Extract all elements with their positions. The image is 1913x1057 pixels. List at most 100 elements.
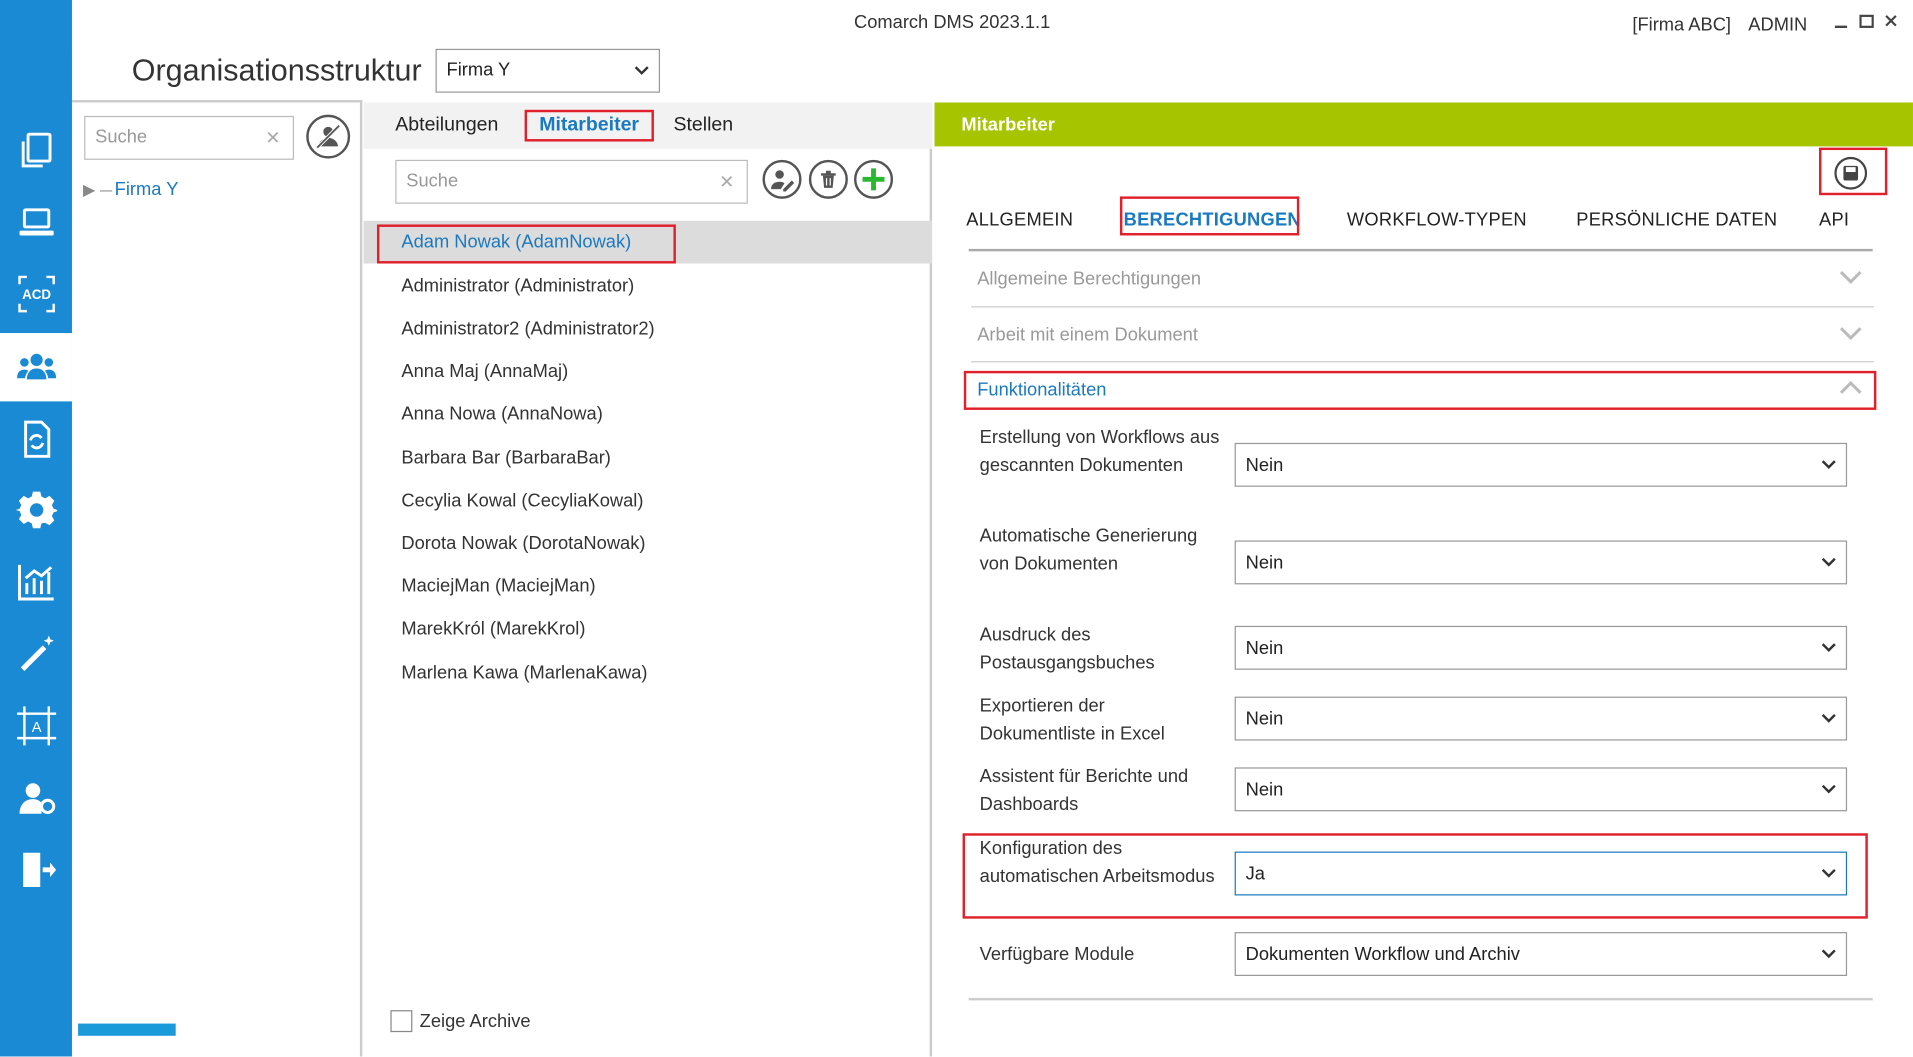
tree-expand-icon[interactable]: ▶: [83, 181, 95, 199]
company-tag: [Firma ABC]: [1632, 14, 1732, 36]
list-item[interactable]: Anna Maj (AnnaMaj): [364, 350, 933, 393]
highlight-selected-employee: [376, 224, 676, 264]
magic-wand-icon[interactable]: [0, 623, 72, 684]
chevron-down-icon: [1839, 270, 1862, 284]
clear-icon[interactable]: ✕: [719, 171, 734, 193]
user-name[interactable]: ADMIN: [1748, 15, 1807, 36]
gear-icon[interactable]: [0, 479, 72, 540]
show-archive-checkbox[interactable]: [390, 1010, 413, 1033]
property-value: Nein: [1245, 708, 1284, 730]
company-select-value: Firma Y: [446, 59, 511, 81]
template-icon[interactable]: A: [0, 695, 72, 756]
chevron-down-icon: [1821, 643, 1836, 652]
tab-api[interactable]: API: [1819, 210, 1849, 231]
user-search-button[interactable]: [306, 114, 351, 159]
list-item[interactable]: Barbara Bar (BarbaraBar): [364, 437, 933, 480]
tab-allgemein[interactable]: ALLGEMEIN: [966, 210, 1073, 231]
property-label: Assistent für Berichte und Dashboards: [979, 766, 1189, 815]
property-label: Automatische Generierung von Dokumenten: [979, 525, 1198, 575]
section-allgemeine-berechtigungen[interactable]: Allgemeine Berechtigungen: [971, 251, 1874, 306]
property-label: Verfügbare Module: [979, 944, 1135, 966]
user-search-icon: [315, 124, 341, 149]
property-select[interactable]: Nein: [1234, 767, 1848, 812]
list-item[interactable]: MaciejMan (MaciejMan): [364, 565, 933, 608]
tree-item-company[interactable]: ▶ Firma Y: [83, 179, 178, 200]
employee-search-input[interactable]: Suche ✕: [395, 159, 748, 204]
list-item[interactable]: Administrator2 (Administrator2): [364, 307, 933, 350]
highlight-save-button: [1819, 147, 1888, 196]
list-item[interactable]: Administrator (Administrator): [364, 265, 933, 308]
trash-icon: [821, 170, 836, 188]
property-select[interactable]: Dokumenten Workflow und Archiv: [1234, 932, 1848, 976]
users-icon[interactable]: [0, 333, 72, 402]
property-value: Nein: [1245, 779, 1284, 801]
tab-stellen[interactable]: Stellen: [673, 115, 733, 137]
plus-icon: [862, 168, 885, 191]
sidebar: ACD A: [0, 0, 72, 1057]
add-button[interactable]: [854, 159, 894, 199]
close-icon[interactable]: [1884, 12, 1899, 34]
chevron-down-icon: [634, 66, 649, 75]
show-archive-toggle[interactable]: Zeige Archive: [390, 1010, 531, 1033]
property-value: Nein: [1245, 455, 1284, 476]
page-title: Organisationsstruktur: [131, 53, 422, 88]
user-edit-icon: [771, 170, 795, 192]
tab-abteilungen[interactable]: Abteilungen: [395, 115, 498, 137]
section-title: Arbeit mit einem Dokument: [977, 324, 1198, 346]
list-item[interactable]: MarekKról (MarekKrol): [364, 608, 933, 651]
chevron-down-icon: [1839, 327, 1862, 341]
property-value: Dokumenten Workflow und Archiv: [1245, 944, 1520, 966]
svg-text:A: A: [31, 720, 41, 736]
property-value: Nein: [1245, 552, 1284, 574]
chevron-down-icon: [1821, 460, 1836, 469]
user-settings-icon[interactable]: [0, 767, 72, 828]
left-panel: [71, 100, 363, 1057]
bottom-divider: [968, 997, 1873, 1001]
chevron-down-icon: [1821, 949, 1836, 959]
minimize-icon[interactable]: [1834, 12, 1849, 34]
property-select[interactable]: Nein: [1234, 540, 1848, 585]
tree-search-placeholder: Suche: [95, 126, 148, 148]
edit-user-button[interactable]: [762, 159, 802, 199]
company-select[interactable]: Firma Y: [435, 48, 661, 93]
logout-icon[interactable]: [0, 839, 72, 900]
list-item[interactable]: Cecylia Kowal (CecyliaKowal): [364, 479, 933, 522]
app-title: Comarch DMS 2023.1.1: [854, 12, 1051, 33]
tab-workflow-typen[interactable]: WORKFLOW-TYPEN: [1347, 210, 1527, 231]
list-item[interactable]: Marlena Kawa (MarlenaKawa): [364, 651, 933, 694]
user-info: [Firma ABC] ADMIN: [1632, 15, 1807, 36]
property-label: Erstellung von Workflows aus gescannten …: [979, 427, 1220, 476]
section-arbeit-mit-dokument[interactable]: Arbeit mit einem Dokument: [971, 306, 1874, 361]
highlight-tab-berechtigungen: [1119, 196, 1300, 236]
list-item[interactable]: Anna Nowa (AnnaNowa): [364, 393, 933, 436]
delete-button[interactable]: [808, 159, 848, 199]
acd-icon[interactable]: ACD: [0, 264, 72, 325]
property-select[interactable]: Nein: [1234, 696, 1848, 741]
property-label: Ausdruck des Postausgangsbuches: [979, 624, 1155, 674]
highlight-section-funktionalitaeten: [963, 370, 1877, 410]
laptop-icon[interactable]: [0, 192, 72, 253]
property-value: Nein: [1245, 638, 1284, 659]
documents-icon[interactable]: [0, 120, 72, 181]
highlight-property-automatic-mode: [962, 833, 1868, 919]
document-sync-icon[interactable]: [0, 409, 72, 470]
chevron-down-icon: [1821, 784, 1836, 794]
title-bar: Comarch DMS 2023.1.1 [Firma ABC] ADMIN: [71, 0, 1913, 49]
tab-persoenliche-daten[interactable]: PERSÖNLICHE DATEN: [1576, 210, 1777, 231]
chart-icon[interactable]: [0, 551, 72, 612]
property-label: Exportieren der Dokumentliste in Excel: [979, 695, 1165, 745]
tree-search-input[interactable]: Suche ✕: [84, 115, 295, 160]
section-title: Allgemeine Berechtigungen: [977, 268, 1202, 290]
maximize-icon[interactable]: [1859, 12, 1874, 34]
highlight-tab-mitarbeiter: [524, 109, 654, 142]
tree-item-label: Firma Y: [114, 179, 179, 201]
list-item[interactable]: Dorota Nowak (DorotaNowak): [364, 522, 933, 565]
clear-icon[interactable]: ✕: [265, 127, 280, 149]
property-select[interactable]: Nein: [1234, 442, 1848, 487]
chevron-down-icon: [1821, 557, 1836, 567]
employee-search-placeholder: Suche: [406, 170, 459, 192]
property-select[interactable]: Nein: [1234, 625, 1848, 670]
chevron-down-icon: [1821, 714, 1836, 723]
progress-bar: [78, 1023, 176, 1036]
acd-icon-label: ACD: [21, 287, 50, 302]
